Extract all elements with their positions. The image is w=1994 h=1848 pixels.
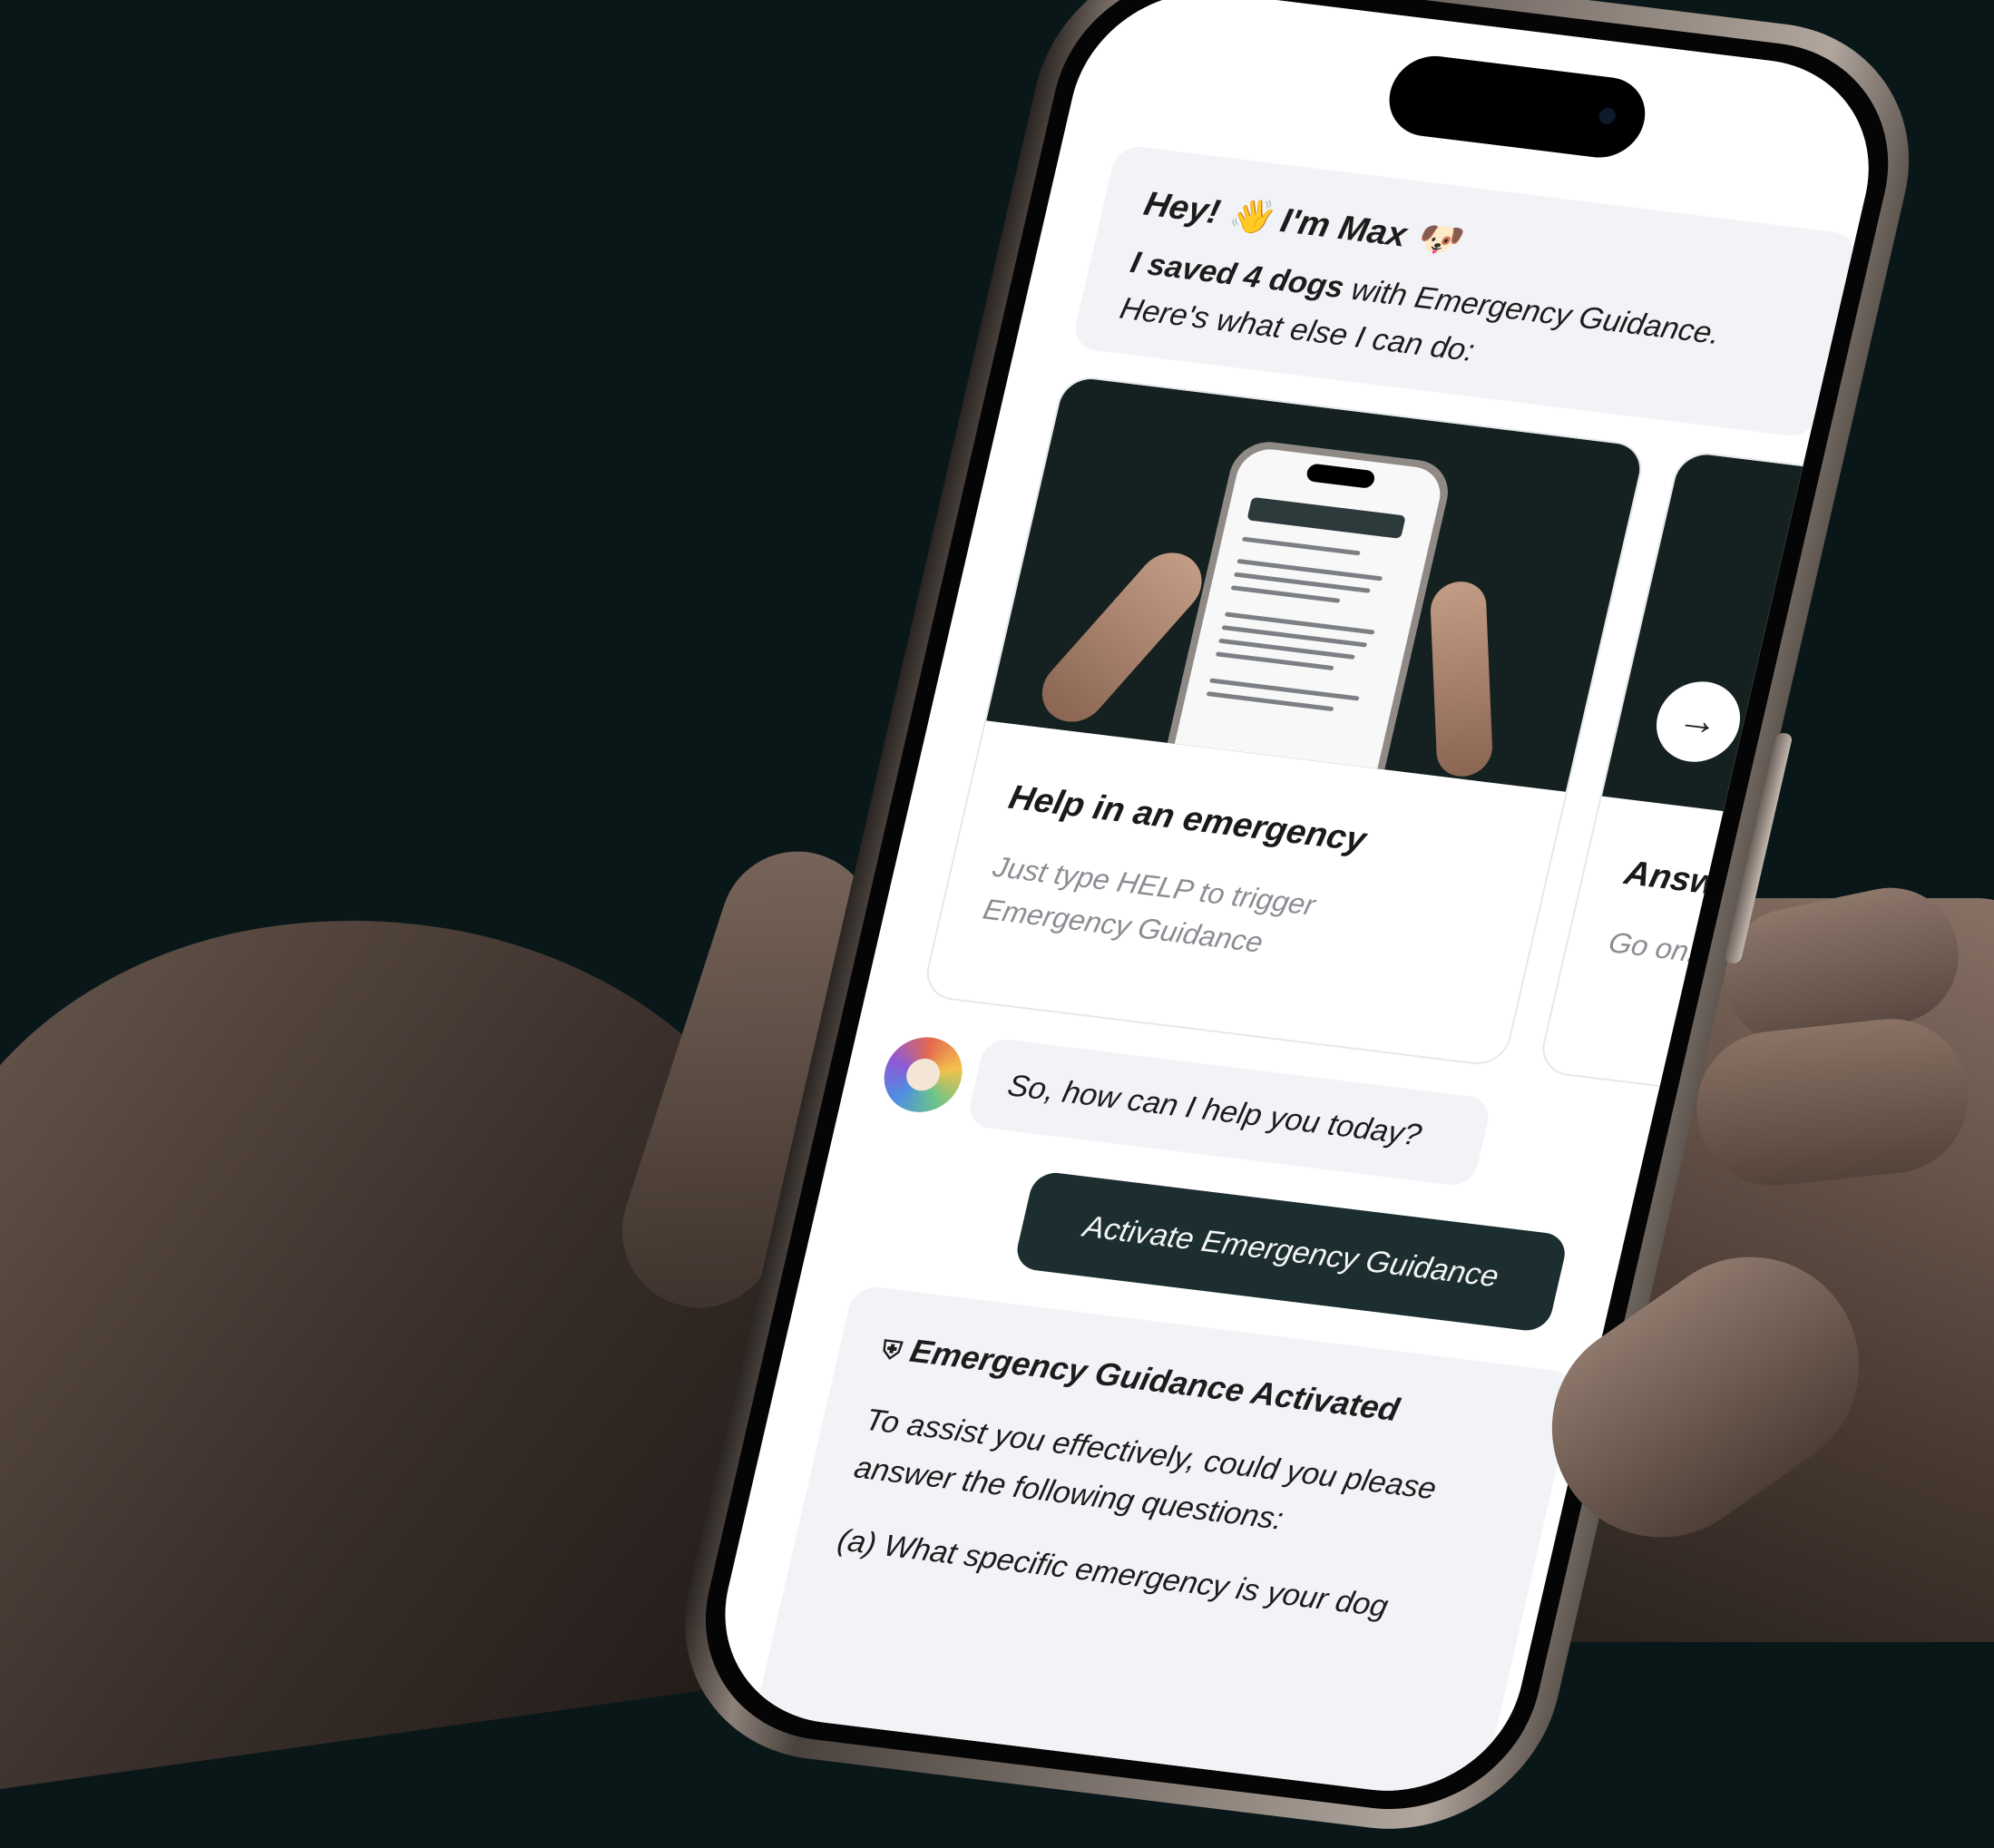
arrow-right-icon[interactable]: → [1648, 677, 1749, 767]
dog-face-icon [903, 1056, 943, 1093]
mini-dynamic-island [1305, 463, 1377, 489]
mini-phone-illustration [1151, 437, 1455, 792]
mini-message-bar [1246, 496, 1406, 539]
feature-card-description: Just type HELP to trigger Emergency Guid… [980, 850, 1319, 959]
shield-icon: ⛨ [878, 1335, 904, 1365]
feature-card-emergency[interactable]: Help in an emergency Just type HELP to t… [921, 374, 1648, 1069]
guidance-bubble: ⛨Emergency Guidance Activated To assist … [748, 1284, 1579, 1805]
mini-text-line [1241, 536, 1361, 556]
mini-hand [1429, 578, 1494, 780]
bot-question-bubble: So, how can I help you today? [965, 1036, 1493, 1188]
max-avatar [876, 1032, 970, 1117]
feature-card-image [986, 376, 1646, 792]
mini-phone-screen [1160, 445, 1447, 792]
camera-icon [1597, 107, 1618, 125]
user-message-bubble: Activate Emergency Guidance [1012, 1169, 1569, 1334]
dynamic-island [1381, 51, 1654, 162]
feature-card-title: Help in an emergency [1005, 778, 1370, 860]
mini-text-line [1230, 585, 1341, 603]
